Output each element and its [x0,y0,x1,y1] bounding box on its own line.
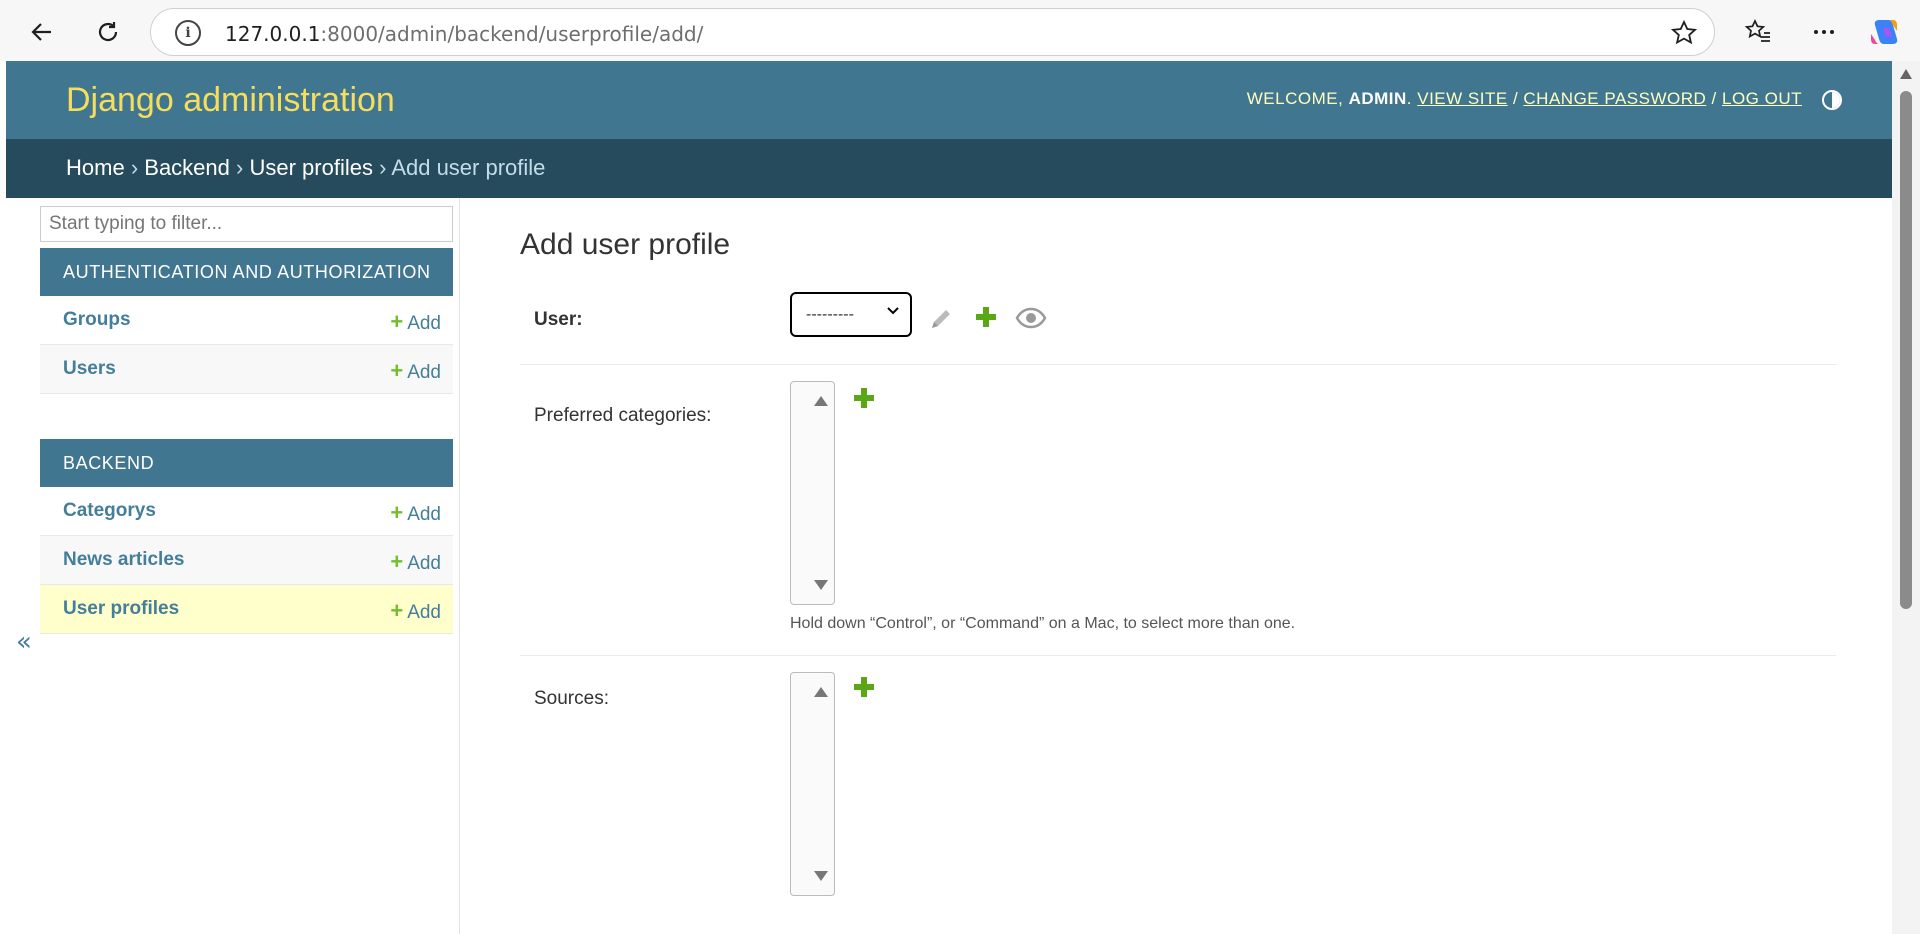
welcome-text: WELCOME, [1246,89,1344,108]
nav-filter-input[interactable] [40,206,453,242]
theme-toggle-icon[interactable] [1822,90,1842,110]
preferred-categories-label: Preferred categories: [534,405,712,426]
plus-icon: + [390,358,404,383]
help-text: Hold down “Control”, or “Command” on a M… [790,615,1296,632]
reload-icon[interactable] [88,12,128,52]
admin-header: Django administration WELCOME, ADMIN. VI… [6,61,1892,139]
nav-sidebar: AUTHENTICATION AND AUTHORIZATION Groups … [40,198,460,934]
sidebar-item-label[interactable]: News articles [63,549,184,571]
breadcrumb: Home › Backend › User profiles › Add use… [6,139,1892,198]
chevron-down-icon [886,304,900,323]
add-related-plus-icon[interactable] [971,302,1001,332]
sidebar-item-label[interactable]: Users [63,358,116,380]
form-row-preferred-categories: Preferred categories: Hold down “Control… [520,365,1836,656]
add-label: Add [407,602,441,623]
breadcrumb-current: Add user profile [391,155,546,180]
change-password-link[interactable]: CHANGE PASSWORD [1523,89,1706,108]
breadcrumb-separator: › [130,155,139,180]
plus-icon: + [390,549,404,574]
add-users-link[interactable]: + Add [390,358,441,384]
address-bar[interactable]: i 127.0.0.1:8000/admin/backend/userprofi… [150,8,1715,56]
view-site-link[interactable]: VIEW SITE [1417,89,1507,108]
sidebar-item-users[interactable]: Users + Add [40,345,453,394]
page-scrollbar[interactable] [1892,61,1920,934]
form-row-user: User: --------- [520,278,1836,365]
user-select[interactable]: --------- [790,292,912,337]
add-related-plus-icon[interactable] [849,383,879,413]
page-viewport: Django administration WELCOME, ADMIN. VI… [6,61,1892,934]
sidebar-item-news-articles[interactable]: News articles + Add [40,536,453,585]
breadcrumb-separator: › [379,155,387,180]
change-related-pencil-icon[interactable] [926,304,956,334]
page-title: Add user profile [520,228,731,261]
scroll-up-arrow-icon[interactable] [814,687,828,697]
sidebar-item-user-profiles[interactable]: User profiles + Add [40,585,453,634]
scrollbar-thumb[interactable] [1900,91,1912,609]
sidebar-item-label[interactable]: Groups [63,309,131,331]
copilot-icon[interactable] [1866,12,1906,52]
add-label: Add [407,553,441,574]
breadcrumb-separator: › [236,155,244,180]
add-label: Add [407,362,441,383]
breadcrumb-user-profiles[interactable]: User profiles [249,155,372,180]
user-field-label: User: [534,309,583,330]
sidebar-collapse-button[interactable]: « [16,627,32,657]
user-tools: WELCOME, ADMIN. VIEW SITE / CHANGE PASSW… [1246,89,1802,108]
preferred-categories-multiselect[interactable] [790,381,835,605]
url-text[interactable]: 127.0.0.1:8000/admin/backend/userprofile… [225,22,703,46]
log-out-link[interactable]: LOG OUT [1722,89,1802,108]
form-row-sources: Sources: [520,656,1836,916]
username: ADMIN [1348,89,1407,108]
more-options-icon[interactable] [1804,12,1844,52]
add-user-profiles-link[interactable]: + Add [390,598,441,624]
sidebar-item-label[interactable]: User profiles [63,598,179,620]
add-related-plus-icon[interactable] [849,672,879,702]
scroll-up-arrow-icon[interactable] [814,396,828,406]
breadcrumb-home[interactable]: Home [66,155,125,180]
separator: / [1711,89,1717,108]
sidebar-item-categorys[interactable]: Categorys + Add [40,487,453,536]
favorite-star-icon[interactable] [1670,19,1698,47]
back-arrow-icon[interactable] [22,12,62,52]
plus-icon: + [390,309,404,334]
plus-icon: + [390,598,404,623]
add-label: Add [407,313,441,334]
module-header-auth[interactable]: AUTHENTICATION AND AUTHORIZATION [40,248,453,296]
sources-label: Sources: [534,688,609,709]
plus-icon: + [390,500,404,525]
user-select-value: --------- [806,306,854,323]
add-categorys-link[interactable]: + Add [390,500,441,526]
scroll-down-arrow-icon[interactable] [814,580,828,590]
add-news-articles-link[interactable]: + Add [390,549,441,575]
url-path: :8000/admin/backend/userprofile/add/ [320,22,704,46]
add-label: Add [407,504,441,525]
add-groups-link[interactable]: + Add [390,309,441,335]
browser-toolbar: i 127.0.0.1:8000/admin/backend/userprofi… [0,0,1920,61]
site-info-icon[interactable]: i [175,20,201,46]
site-name-link[interactable]: Django administration [66,81,395,120]
scroll-down-arrow-icon[interactable] [814,871,828,881]
breadcrumb-backend[interactable]: Backend [144,155,230,180]
scroll-up-arrow-icon[interactable] [1900,69,1912,79]
sources-multiselect[interactable] [790,672,835,896]
separator: / [1512,89,1519,108]
favorites-list-icon[interactable] [1738,12,1778,52]
module-header-backend[interactable]: BACKEND [40,439,453,487]
view-related-eye-icon[interactable] [1014,303,1048,333]
sidebar-item-label[interactable]: Categorys [63,500,156,522]
sidebar-item-groups[interactable]: Groups + Add [40,296,453,345]
url-host: 127.0.0.1 [225,22,321,46]
